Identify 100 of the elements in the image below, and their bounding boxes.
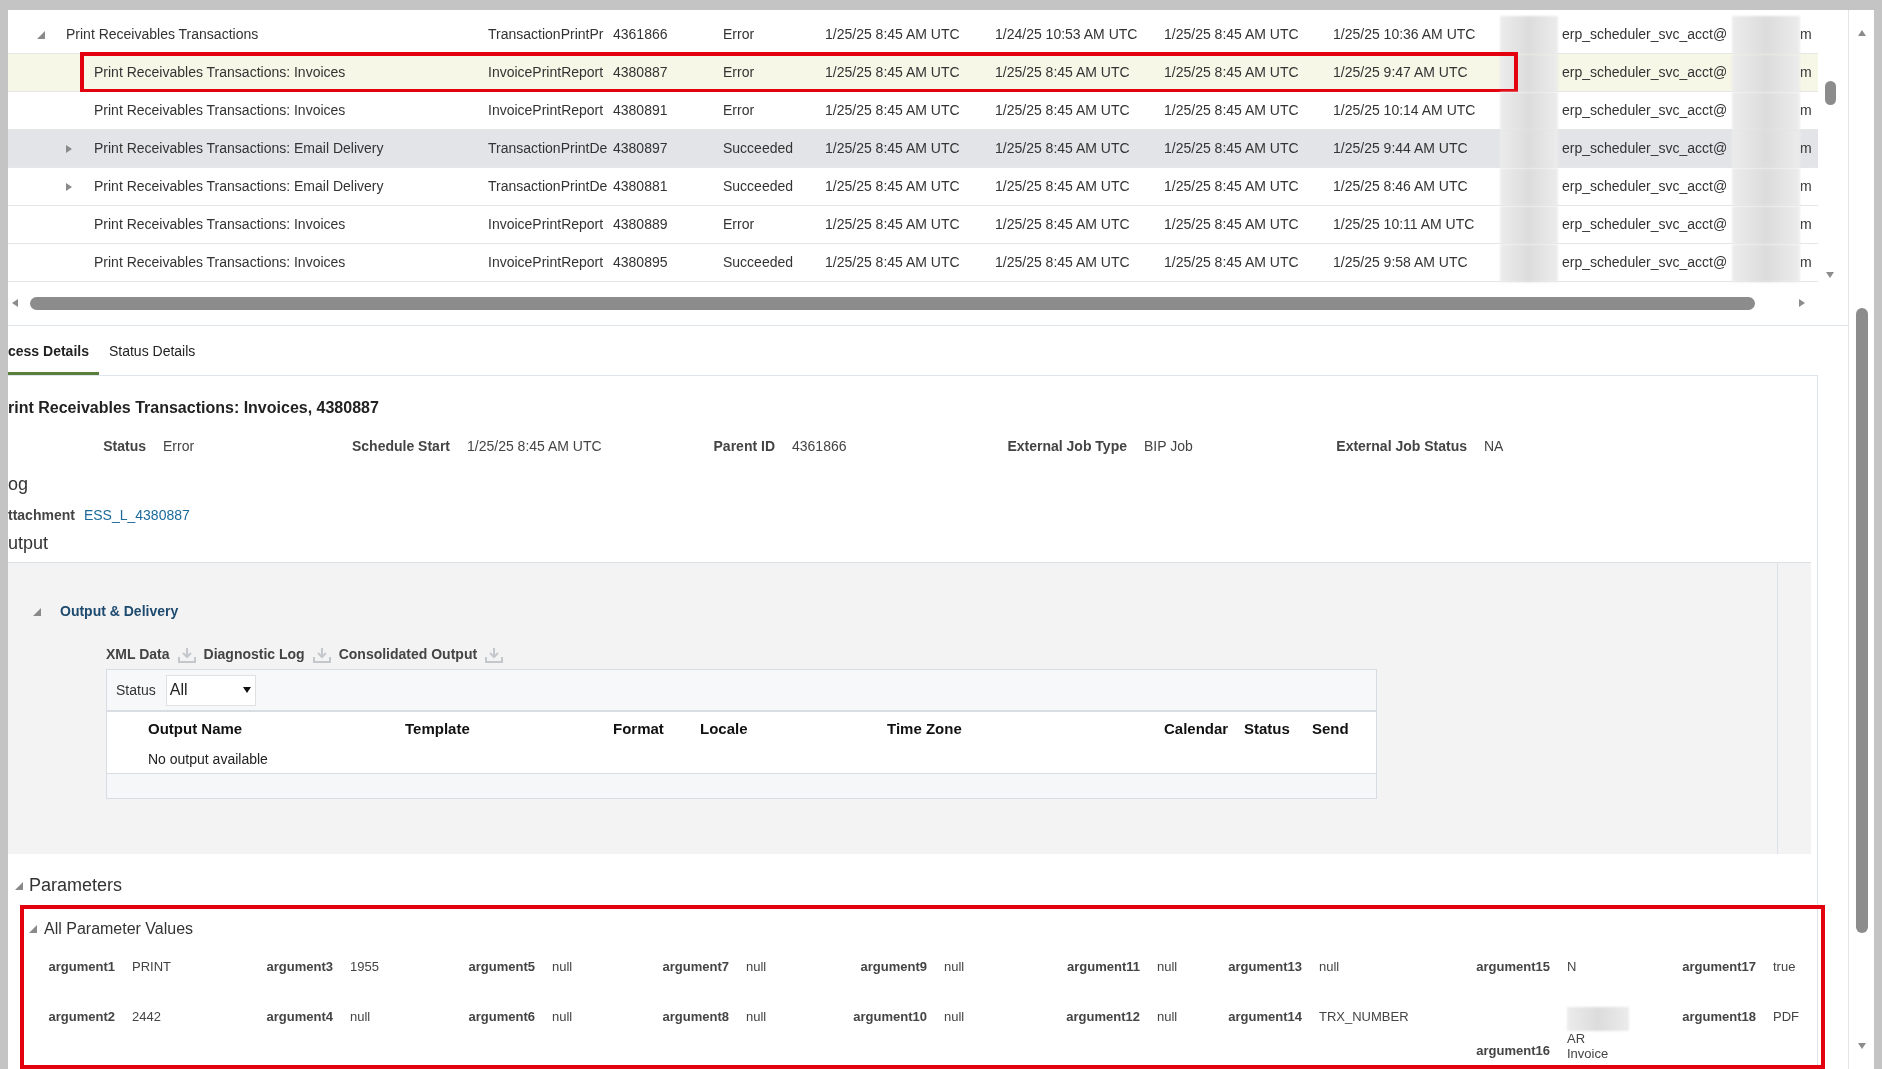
column-header[interactable]: Calendar: [1164, 719, 1229, 737]
column-header[interactable]: Time Zone: [887, 719, 962, 737]
blurred-patch: [1732, 205, 1800, 244]
section-title[interactable]: Output & Delivery: [60, 601, 179, 622]
argument-label: argument6: [468, 1008, 535, 1024]
empty-message: No output available: [148, 750, 268, 769]
table-row[interactable]: Print Receivables Transactions TransactionPrintPr 4361866 Error 1/25/25 8:45 AM UTC 1/24/25 10:53 AM UTC 1/25/25 8:45 AM UTC 1/25/25 10:36 AM UTC erp_scheduler_svc_acct@ m: [8, 16, 1818, 55]
time-cell: 1/25/25 8:45 AM UTC: [995, 64, 1130, 81]
job-definition-cell: InvoicePrintReport: [488, 216, 604, 233]
field-value: NA: [1484, 438, 1504, 454]
scrollbar-thumb[interactable]: [30, 296, 1755, 310]
blurred-patch: [1732, 53, 1800, 92]
blurred-patch: [1500, 167, 1558, 206]
table-row[interactable]: Print Receivables Transactions: Invoices InvoicePrintReport 4380889 Error 1/25/25 8:45 AM UTC 1/25/25 8:45 AM UTC 1/25/25 8:45 AM UTC 1/25/25 10:11 AM UTC erp_scheduler_svc_acct@ m: [8, 206, 1818, 245]
blurred-patch: [1732, 91, 1800, 130]
argument-value: null: [552, 1007, 574, 1026]
column-header[interactable]: Send: [1312, 719, 1349, 737]
time-cell: 1/24/25 10:53 AM UTC: [995, 26, 1138, 43]
argument-value: null: [944, 958, 966, 976]
collapse-icon[interactable]: [36, 29, 46, 40]
time-cell: 1/25/25 8:45 AM UTC: [825, 178, 960, 195]
table-row[interactable]: Print Receivables Transactions: Invoices InvoicePrintReport 4380895 Succeeded 1/25/25 8:45 AM UTC 1/25/25 8:45 AM UTC 1/25/25 8:45 AM UTC 1/25/25 9:58 AM UTC erp_scheduler_svc_acct@ m: [8, 244, 1818, 283]
download-link[interactable]: XML Data: [106, 644, 170, 665]
job-id-cell: 4380897: [613, 140, 668, 157]
time-cell: 1/25/25 10:11 AM UTC: [1333, 216, 1475, 233]
argument-value: null: [350, 1007, 372, 1026]
column-header[interactable]: Format: [613, 719, 664, 737]
table-cell-text: m: [1800, 63, 1813, 83]
field-label: Parent ID: [713, 438, 775, 454]
time-cell: 1/25/25 10:36 AM UTC: [1333, 26, 1476, 43]
table-row[interactable]: Print Receivables Transactions: Email Delivery TransactionPrintDe 4380897 Succeeded 1/25/25 8:45 AM UTC 1/25/25 8:45 AM UTC 1/25/25 8:45 AM UTC 1/25/25 9:44 AM UTC erp_scheduler_svc_acct@ m: [8, 130, 1818, 169]
table-row[interactable]: Print Receivables Transactions: Email Delivery TransactionPrintDe 4380881 Succeeded 1/25/25 8:45 AM UTC 1/25/25 8:45 AM UTC 1/25/25 8:45 AM UTC 1/25/25 8:46 AM UTC erp_scheduler_svc_acct@ m: [8, 168, 1818, 207]
time-cell: 1/25/25 9:44 AM UTC: [1333, 140, 1468, 157]
argument-value: 1955: [350, 958, 380, 976]
time-cell: 1/25/25 8:45 AM UTC: [1164, 102, 1299, 119]
job-id-cell: 4361866: [613, 26, 668, 43]
table-row[interactable]: Print Receivables Transactions: Invoices InvoicePrintReport 4380891 Error 1/25/25 8:45 AM UTC 1/25/25 8:45 AM UTC 1/25/25 8:45 AM UTC 1/25/25 10:14 AM UTC erp_scheduler_svc_acct@ m: [8, 92, 1818, 131]
details-title: rint Receivables Transactions: Invoices, 4380887: [8, 398, 380, 418]
column-header[interactable]: Output Name: [148, 719, 243, 737]
expand-icon[interactable]: [64, 143, 74, 154]
argument-label: argument14: [1228, 1008, 1302, 1024]
section-heading: og: [8, 475, 30, 493]
job-id-cell: 4380895: [613, 254, 668, 271]
job-id-cell: 4380881: [613, 178, 668, 195]
blurred-patch: [1732, 167, 1800, 206]
status-dropdown[interactable]: All: [165, 674, 256, 706]
time-cell: 1/25/25 8:45 AM UTC: [995, 216, 1130, 233]
column-header[interactable]: Status: [1244, 719, 1290, 737]
table-cell-text: m: [1800, 139, 1813, 159]
job-definition-cell: InvoicePrintReport: [488, 254, 604, 271]
argument-value: null: [746, 958, 768, 976]
collapse-icon[interactable]: [14, 880, 24, 891]
argument-value: N: [1567, 958, 1578, 976]
submitter-cell: erp_scheduler_svc_acct@: [1562, 178, 1728, 195]
tab[interactable]: cess Details: [8, 331, 99, 375]
job-name-cell-text: Print Receivables Transactions: Invoices: [94, 63, 346, 83]
attachment-link[interactable]: ESS_L_4380887: [83, 505, 190, 526]
collapse-icon[interactable]: [32, 606, 42, 617]
job-status-cell: Error: [723, 26, 755, 43]
expand-icon[interactable]: [64, 181, 74, 192]
time-cell: 1/25/25 8:45 AM UTC: [995, 102, 1130, 119]
field-label: Schedule Start: [351, 438, 450, 454]
field-label: External Job Status: [1336, 438, 1467, 454]
submitter-cell: erp_scheduler_svc_acct@: [1562, 64, 1728, 81]
job-name-cell-text: Print Receivables Transactions: Email Delivery: [94, 177, 384, 197]
argument-value: null: [746, 1007, 768, 1026]
job-status-cell: Error: [723, 216, 755, 233]
job-definition-cell: InvoicePrintReport: [488, 102, 604, 119]
argument-value: AR Invoice: [1567, 1030, 1610, 1061]
table-cell-text: m: [1800, 177, 1813, 197]
blurred-patch: [1500, 243, 1558, 282]
collapse-icon[interactable]: [28, 924, 38, 934]
caret-icon[interactable]: [241, 685, 252, 695]
group-title[interactable]: All Parameter Values: [44, 917, 194, 941]
argument-label: argument9: [860, 959, 927, 974]
argument-label: argument12: [1066, 1008, 1140, 1024]
argument-label: argument1: [48, 959, 115, 974]
column-header[interactable]: Locale: [700, 719, 748, 737]
scrollbar-thumb[interactable]: [1824, 81, 1836, 106]
section-heading: utput: [8, 534, 50, 552]
job-name-cell-text: Print Receivables Transactions: Email Delivery: [94, 139, 384, 159]
download-link[interactable]: Diagnostic Log: [203, 644, 305, 665]
table-row[interactable]: Print Receivables Transactions: Invoices InvoicePrintReport 4380887 Error 1/25/25 8:45 AM UTC 1/25/25 8:45 AM UTC 1/25/25 8:45 AM UTC 1/25/25 9:47 AM UTC erp_scheduler_svc_acct@ m: [8, 54, 1818, 93]
job-status-cell: Error: [723, 64, 755, 81]
field-value: 1/25/25 8:45 AM UTC: [467, 438, 602, 454]
download-link[interactable]: Consolidated Output: [338, 644, 478, 665]
job-status-cell: Succeeded: [723, 254, 794, 271]
argument-value: PRINT: [132, 958, 172, 976]
job-id-cell: 4380887: [613, 64, 668, 81]
section-title[interactable]: Parameters: [29, 872, 123, 899]
scrollbar-thumb[interactable]: [1855, 308, 1868, 933]
job-definition-cell: TransactionPrintPr: [488, 26, 604, 43]
time-cell: 1/25/25 8:45 AM UTC: [825, 102, 960, 119]
argument-label: argument18: [1682, 1008, 1756, 1024]
argument-label: argument15: [1476, 959, 1550, 974]
column-header[interactable]: Template: [405, 719, 470, 737]
argument-value: 2442: [132, 1007, 162, 1026]
argument-label: argument4: [266, 1008, 333, 1024]
tab[interactable]: Status Details: [98, 331, 206, 375]
argument-value: PDF: [1773, 1007, 1800, 1026]
